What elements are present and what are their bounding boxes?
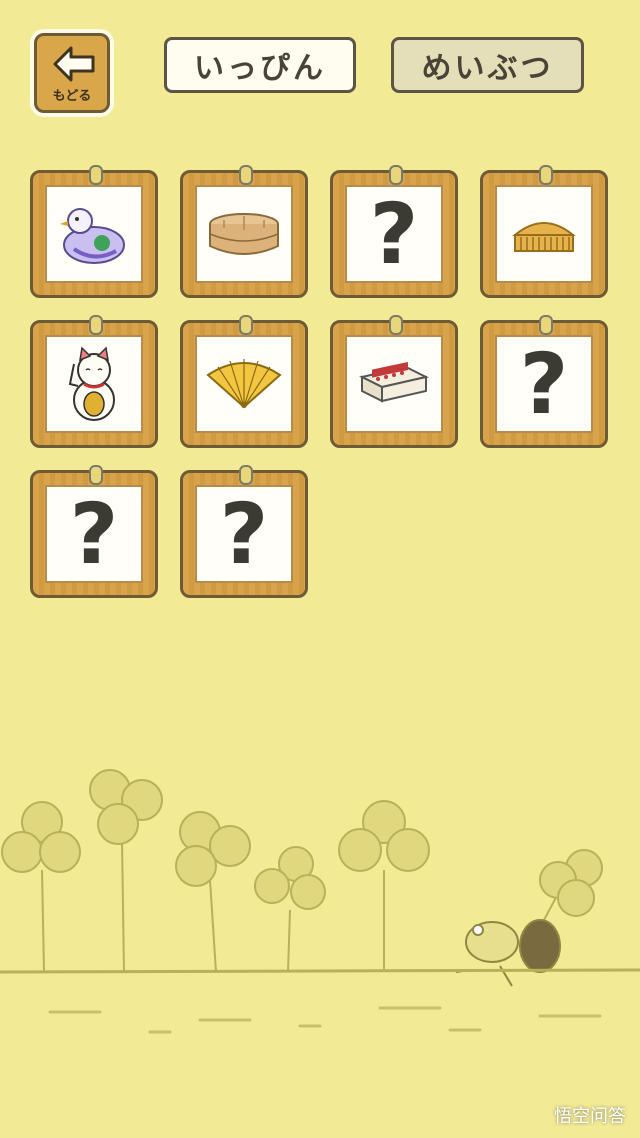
hook-icon bbox=[89, 465, 103, 485]
item-card[interactable] bbox=[30, 315, 158, 448]
watermark-text: 悟空问答 bbox=[554, 1106, 626, 1127]
item-card-unknown[interactable]: ? bbox=[180, 465, 308, 598]
lucky-cat-icon bbox=[68, 346, 115, 421]
hook-icon bbox=[239, 465, 253, 485]
item-card[interactable] bbox=[480, 165, 608, 298]
arrow-left-icon bbox=[53, 46, 95, 82]
tab-items[interactable]: いっぴん bbox=[164, 37, 356, 93]
pigeon-whistle-icon bbox=[60, 208, 125, 264]
hook-icon bbox=[239, 165, 253, 185]
item-card-unknown[interactable]: ? bbox=[330, 165, 458, 298]
item-card-unknown[interactable]: ? bbox=[30, 465, 158, 598]
hook-icon bbox=[539, 165, 553, 185]
question-mark-icon: ? bbox=[69, 485, 119, 583]
bento-box-icon bbox=[209, 213, 279, 255]
clover-field-illustration bbox=[0, 769, 640, 1034]
question-mark-icon: ? bbox=[219, 485, 269, 583]
hook-icon bbox=[89, 315, 103, 335]
comb-icon bbox=[512, 222, 576, 252]
hook-icon bbox=[389, 165, 403, 185]
item-card-unknown[interactable]: ? bbox=[480, 315, 608, 448]
hook-icon bbox=[389, 315, 403, 335]
item-card[interactable] bbox=[180, 165, 308, 298]
tab-specialties[interactable]: めいぶつ bbox=[391, 37, 584, 93]
question-mark-icon: ? bbox=[519, 335, 569, 433]
hook-icon bbox=[539, 315, 553, 335]
item-card[interactable] bbox=[30, 165, 158, 298]
back-label: もどる bbox=[52, 89, 92, 104]
item-card[interactable] bbox=[180, 315, 308, 448]
item-card[interactable] bbox=[330, 315, 458, 448]
hook-icon bbox=[89, 165, 103, 185]
question-mark-icon: ? bbox=[369, 185, 419, 283]
folding-fan-icon bbox=[206, 359, 282, 409]
back-button[interactable]: もどる bbox=[34, 33, 110, 113]
hook-icon bbox=[239, 315, 253, 335]
matchbox-icon bbox=[359, 361, 429, 403]
